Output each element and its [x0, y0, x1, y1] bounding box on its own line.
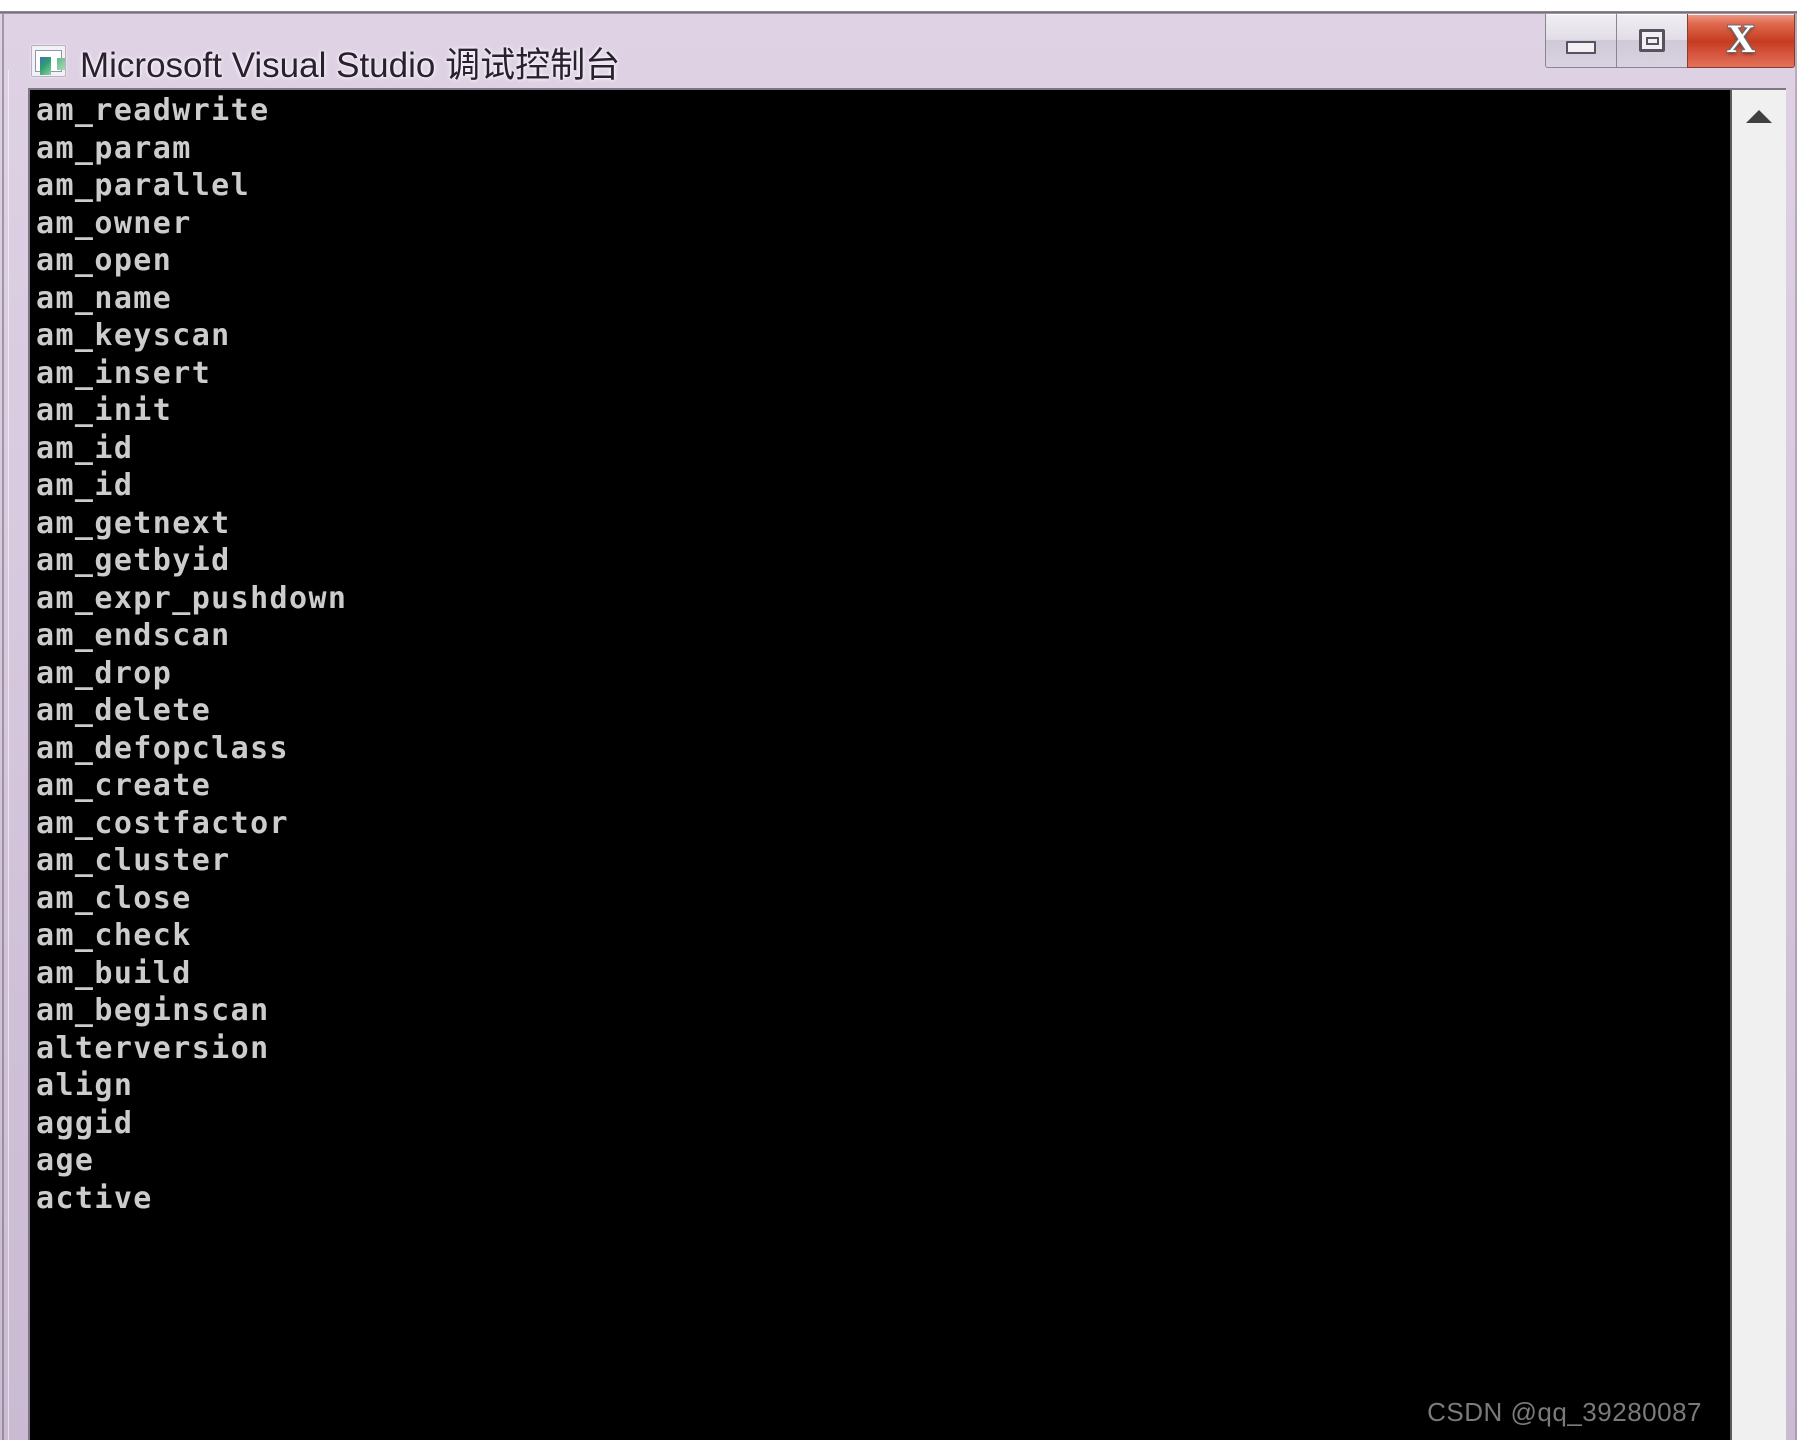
- window-top-strip: [0, 0, 1797, 11]
- console-line: am_owner: [36, 205, 192, 241]
- console-line: am_build: [36, 955, 192, 991]
- maximize-button[interactable]: [1616, 14, 1687, 68]
- maximize-icon: [1639, 29, 1665, 52]
- window-controls: X: [1545, 14, 1795, 72]
- close-icon: X: [1726, 15, 1756, 61]
- console-line: am_beginscan: [36, 993, 270, 1028]
- csdn-watermark: CSDN @qq_39280087: [1427, 1397, 1702, 1427]
- console-line: am_endscan: [36, 618, 231, 653]
- close-button[interactable]: X: [1687, 14, 1795, 68]
- console-line: am_name: [36, 280, 173, 316]
- console-line: alterversion: [36, 1030, 270, 1066]
- console-scrollbar[interactable]: [1730, 90, 1786, 1440]
- console-line: am_parallel: [36, 168, 251, 203]
- title-bar[interactable]: Microsoft Visual Studio 调试控制台: [0, 14, 1797, 86]
- console-line: aggid: [36, 1105, 134, 1141]
- console-line: am_param: [36, 130, 192, 166]
- console-line: am_expr_pushdown: [36, 580, 348, 616]
- console-line: am_delete: [36, 693, 212, 728]
- console-line: align: [36, 1068, 134, 1103]
- console-client-area[interactable]: am_readwrite am_param am_parallel am_owner a…: [28, 88, 1786, 1440]
- console-output: am_readwrite am_param am_parallel am_owner a…: [34, 92, 1714, 1440]
- console-line: am_id: [36, 430, 134, 466]
- console-window-icon[interactable]: [31, 45, 66, 77]
- maximize-icon-inner: [1645, 36, 1659, 45]
- console-window-icon-gradient-left: [40, 57, 51, 75]
- console-line: age: [36, 1143, 95, 1178]
- console-line: am_defopclass: [36, 730, 289, 766]
- window-title: Microsoft Visual Studio 调试控制台: [80, 46, 621, 85]
- console-window-icon-gradient-right: [57, 58, 65, 70]
- scroll-up-button[interactable]: [1732, 90, 1786, 142]
- window-left-border: [2, 14, 4, 1440]
- console-line: am_cluster: [36, 843, 231, 878]
- console-window: Microsoft Visual Studio 调试控制台 X am_readw…: [0, 0, 1797, 1440]
- scrollbar-track[interactable]: [1732, 142, 1786, 1440]
- console-line: am_close: [36, 880, 192, 916]
- console-line: am_init: [36, 393, 173, 428]
- console-line: am_drop: [36, 655, 173, 691]
- console-line: am_readwrite: [36, 93, 270, 128]
- console-line: am_costfactor: [36, 805, 289, 841]
- console-line: am_open: [36, 243, 173, 278]
- console-line: am_keyscan: [36, 318, 231, 353]
- console-line: active: [36, 1180, 153, 1216]
- window-left-highlight: [8, 70, 9, 1440]
- console-line: am_getbyid: [36, 543, 231, 578]
- console-line: am_insert: [36, 355, 212, 391]
- console-line: am_getnext: [36, 505, 231, 541]
- minimize-button[interactable]: [1545, 14, 1616, 68]
- console-window-icon-inner: [35, 50, 65, 75]
- chevron-up-icon: [1746, 109, 1772, 123]
- minimize-icon: [1566, 41, 1596, 54]
- console-line: am_id: [36, 468, 134, 503]
- console-line: am_create: [36, 768, 212, 803]
- console-line: am_check: [36, 918, 192, 953]
